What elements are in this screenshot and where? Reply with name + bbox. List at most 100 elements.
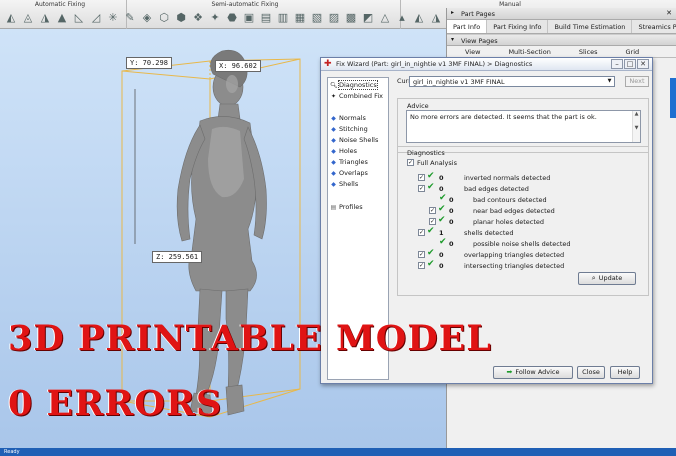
full-analysis-checkbox[interactable]: ✓	[407, 159, 414, 166]
status-text: Ready	[4, 449, 20, 455]
planar-holes-checkbox[interactable]: ✓	[429, 218, 436, 225]
promo-title-line1: 3D PRINTABLE MODEL	[8, 318, 492, 359]
tab-build-time-estimation[interactable]: Build Time Estimation	[548, 20, 633, 33]
cube-icon[interactable]: ▨	[327, 11, 341, 25]
help-button[interactable]: Help	[610, 366, 640, 379]
cube-icon[interactable]: ▩	[344, 11, 358, 25]
shells-count: 1	[439, 229, 444, 237]
check-icon: ✔	[427, 259, 435, 269]
bad-edges-checkbox[interactable]: ✓	[418, 185, 425, 192]
nav-noise-shells[interactable]: ◆ Noise Shells	[330, 136, 378, 144]
overlapping-checkbox[interactable]: ✓	[418, 251, 425, 258]
pen-icon[interactable]: ✎	[123, 11, 137, 25]
nav-normals[interactable]: ◆ Normals	[330, 114, 366, 122]
triangle-icon[interactable]: ◭	[412, 11, 426, 25]
panel-accent-bar	[670, 78, 676, 118]
intersecting-checkbox[interactable]: ✓	[418, 262, 425, 269]
nav-diagnostics[interactable]: 🔍︎ Diagnostics	[330, 80, 378, 90]
minimize-button[interactable]: –	[611, 59, 623, 69]
check-icon: ✔	[427, 182, 435, 192]
cube-icon[interactable]: ▤	[259, 11, 273, 25]
near-bad-edges-count: 0	[449, 207, 454, 215]
shells-checkbox[interactable]: ✓	[418, 229, 425, 236]
tab-streamics-part[interactable]: Streamics Part Ta	[632, 20, 676, 33]
shell-icon[interactable]: ⬣	[225, 11, 239, 25]
close-window-button[interactable]: ✕	[637, 59, 649, 69]
cube-icon[interactable]: ▥	[276, 11, 290, 25]
check-icon: ✔	[438, 215, 446, 225]
tab-part-info[interactable]: Part Info	[447, 20, 488, 33]
current-part-select[interactable]: girl_in_nightie v1 3MF FINAL ▼	[409, 76, 615, 87]
nav-overlaps[interactable]: ◆ Overlaps	[330, 169, 368, 177]
part-pages-header[interactable]: ▸ Part Pages ✕	[447, 8, 676, 20]
normal-icon[interactable]: ✳	[106, 11, 120, 25]
maximize-button[interactable]: □	[624, 59, 636, 69]
follow-advice-button[interactable]: ➡ Follow Advice	[493, 366, 573, 379]
fix-triangle-icon[interactable]: ◭	[4, 11, 18, 25]
overlapping-count: 0	[439, 251, 444, 259]
tab-slices[interactable]: Slices	[561, 46, 608, 57]
current-part-value: girl_in_nightie v1 3MF FINAL	[413, 78, 505, 86]
inverted-normals-count: 0	[439, 174, 444, 182]
fix-triangle-icon[interactable]: ◮	[38, 11, 52, 25]
close-panel-icon[interactable]: ✕	[666, 9, 672, 17]
toolbar-group-automatic-fixing: Automatic Fixing	[34, 1, 86, 8]
triangle-icon[interactable]: ▴	[395, 11, 409, 25]
advice-scrollbar[interactable]: ▲ ▼	[632, 111, 640, 142]
toolbar-icons: ◭ ◬ ◮ ▲ ◺ ◿ ✳ ✎ ◈ ⬡ ⬢ ❖ ✦ ⬣ ▣ ▤ ▥ ▦ ▧ ▨ …	[4, 11, 477, 25]
shell-icon[interactable]: ✦	[208, 11, 222, 25]
tab-view[interactable]: View	[447, 46, 490, 57]
dialog-titlebar[interactable]: ✚ Fix Wizard (Part: girl_in_nightie v1 3…	[321, 58, 652, 71]
nav-triangles[interactable]: ◆ Triangles	[330, 158, 368, 166]
toolbar-group-manual: Manual	[499, 1, 521, 8]
view-pages-header[interactable]: ▾ View Pages	[447, 34, 676, 46]
fix-edge-icon[interactable]: ◺	[72, 11, 86, 25]
inverted-normals-label: inverted normals detected	[464, 174, 551, 182]
advice-textbox: No more errors are detected. It seems th…	[406, 110, 641, 143]
medical-cross-icon: ✚	[324, 59, 332, 69]
intersecting-count: 0	[439, 262, 444, 270]
wrench-icon: ✦	[330, 92, 337, 100]
fix-triangle-icon[interactable]: ▲	[55, 11, 69, 25]
cube-icon[interactable]: ▣	[242, 11, 256, 25]
nav-holes[interactable]: ◆ Holes	[330, 147, 357, 155]
planar-holes-count: 0	[449, 218, 454, 226]
overlapping-label: overlapping triangles detected	[464, 251, 565, 259]
nav-combined-fix[interactable]: ✦ Combined Fix	[330, 92, 383, 100]
nav-stitching[interactable]: ◆ Stitching	[330, 125, 368, 133]
inverted-normals-checkbox[interactable]: ✓	[418, 174, 425, 181]
shape-icon[interactable]: ◈	[140, 11, 154, 25]
triangle-icon[interactable]: ◮	[429, 11, 443, 25]
planar-holes-label: planar holes detected	[473, 218, 545, 226]
triangle-icon[interactable]: △	[378, 11, 392, 25]
shell-icon[interactable]: ❖	[191, 11, 205, 25]
stitch-icon[interactable]: ⬡	[157, 11, 171, 25]
holes-icon: ◆	[331, 147, 336, 155]
collapse-arrow-icon[interactable]: ▾	[451, 36, 454, 43]
close-button[interactable]: Close	[577, 366, 605, 379]
collapse-arrow-icon[interactable]: ▸	[451, 9, 454, 16]
check-icon: ✔	[438, 204, 446, 214]
next-button[interactable]: Next	[625, 76, 649, 87]
status-bar: Ready	[0, 448, 676, 456]
cube-icon[interactable]: ▧	[310, 11, 324, 25]
search-icon: ⌕	[591, 274, 596, 282]
cube-icon[interactable]: ▦	[293, 11, 307, 25]
check-icon: ✔	[427, 171, 435, 181]
view-pages-title: View Pages	[461, 37, 498, 45]
update-button[interactable]: ⌕ Update	[578, 272, 636, 285]
tab-part-fixing-info[interactable]: Part Fixing Info	[487, 20, 549, 33]
tab-grid[interactable]: Grid	[608, 46, 650, 57]
stitching-icon: ◆	[331, 125, 336, 133]
part-pages-tabs: Part Info Part Fixing Info Build Time Es…	[447, 20, 676, 34]
fix-triangle-icon[interactable]: ◬	[21, 11, 35, 25]
nav-shells[interactable]: ◆ Shells	[330, 180, 358, 188]
near-bad-edges-checkbox[interactable]: ✓	[429, 207, 436, 214]
hole-icon[interactable]: ⬢	[174, 11, 188, 25]
fix-edge-icon[interactable]: ◿	[89, 11, 103, 25]
tab-multi-section[interactable]: Multi-Section	[490, 46, 560, 57]
arrow-right-icon: ➡	[506, 368, 513, 376]
mark-icon[interactable]: ◩	[361, 11, 375, 25]
coordinate-y-label: Y: 70.298	[126, 57, 172, 69]
nav-profiles[interactable]: ▤ Profiles	[330, 203, 363, 211]
